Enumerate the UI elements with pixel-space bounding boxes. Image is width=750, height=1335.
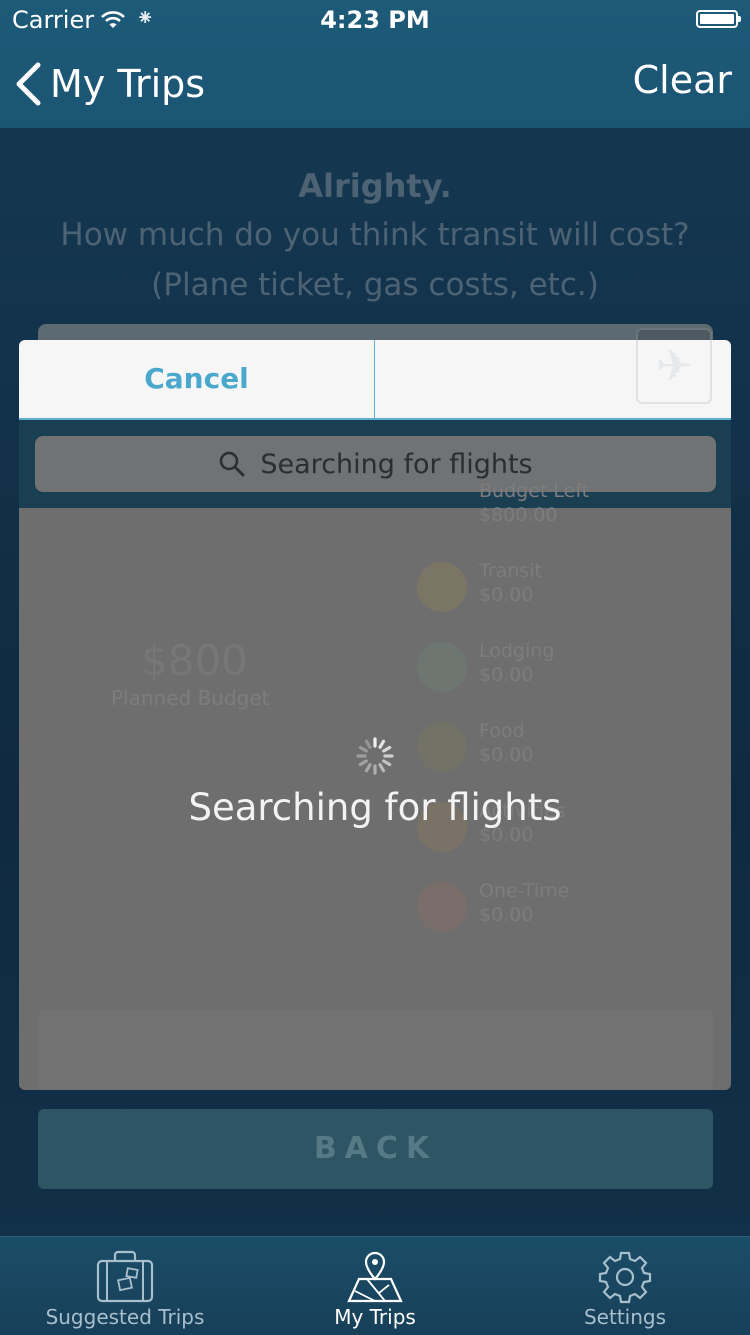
modal-header: Cancel ✈ [19, 340, 731, 420]
lodging-dot-icon [417, 642, 467, 692]
battery-icon [696, 10, 741, 28]
question-heading: Alrighty. [298, 167, 452, 205]
back-nav-label: My Trips [50, 62, 206, 106]
back-nav-button[interactable]: My Trips [14, 56, 205, 112]
loading-message: Searching for flights [188, 786, 562, 829]
cancel-button[interactable]: Cancel [19, 340, 375, 418]
category-name: Transit [479, 560, 542, 582]
map-pin-icon [347, 1251, 403, 1303]
budget-amount: $800 [141, 636, 248, 685]
question-hint: (Plane ticket, gas costs, etc.) [151, 267, 599, 303]
category-name: One-Time [479, 880, 570, 902]
transit-dot-icon [417, 562, 467, 612]
search-placeholder: Searching for flights [260, 448, 533, 480]
search-icon [220, 451, 245, 477]
food-dot-icon [417, 722, 467, 772]
tab-settings[interactable]: Settings [500, 1237, 750, 1335]
search-bar: Searching for flights [19, 420, 731, 508]
tab-label: My Trips [334, 1305, 416, 1329]
status-time: 4:23 PM [320, 6, 430, 34]
tab-bar: Suggested Trips My Trips Settings [0, 1236, 750, 1335]
tab-label: Suggested Trips [45, 1305, 205, 1329]
chevron-left-icon [16, 62, 41, 106]
category-amount: $0.00 [479, 664, 534, 686]
category-name: Budget Left [479, 480, 590, 502]
status-bar: Carrier ⁕ 4:23 PM [0, 0, 750, 40]
one-time-dot-icon [417, 882, 467, 932]
tab-my-trips[interactable]: My Trips [250, 1237, 500, 1335]
gear-icon [598, 1251, 652, 1304]
flight-search-input[interactable]: Searching for flights [35, 436, 716, 492]
category-name: Lodging [479, 640, 555, 662]
category-name: Food [479, 720, 525, 742]
tab-suggested-trips[interactable]: Suggested Trips [0, 1237, 250, 1335]
airplane-icon: ✈ [636, 340, 712, 404]
category-amount: $0.00 [479, 904, 534, 926]
budget-caption: Planned Budget [111, 686, 270, 710]
tab-label: Settings [583, 1305, 667, 1329]
clear-button[interactable]: Clear [633, 58, 732, 102]
next-button-faint [38, 1010, 713, 1090]
flight-search-modal: Cancel ✈ Searching for flights $800 Plan… [19, 340, 731, 1090]
category-amount: $0.00 [479, 584, 534, 606]
suitcase-icon [96, 1250, 154, 1303]
loading-spinner-icon [356, 737, 394, 775]
back-button[interactable]: BACK [38, 1109, 713, 1189]
question-block: Alrighty. How much do you think transit … [0, 162, 750, 310]
category-amount: $800.00 [479, 504, 558, 526]
question-text: How much do you think transit will cost? [60, 217, 690, 253]
category-amount: $0.00 [479, 744, 534, 766]
